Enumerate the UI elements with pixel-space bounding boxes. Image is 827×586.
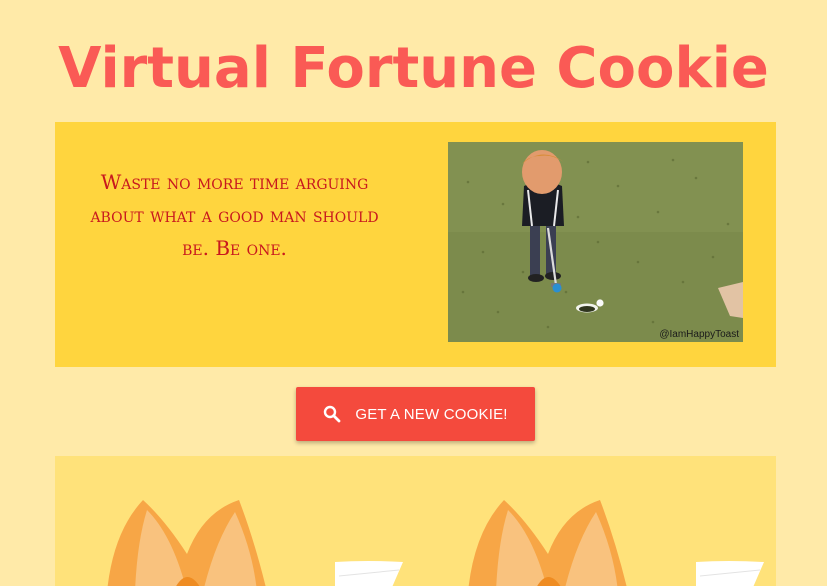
fortune-text: Waste no more time arguing about what a … bbox=[90, 170, 379, 260]
fortune-gif: @IamHappyToast bbox=[448, 142, 743, 342]
gif-watermark: @IamHappyToast bbox=[659, 329, 739, 340]
fortune-cookie-image bbox=[107, 492, 407, 586]
page-title: Virtual Fortune Cookie bbox=[58, 36, 769, 101]
fortune-cookie-image bbox=[468, 492, 768, 586]
cookie-gallery bbox=[55, 456, 776, 586]
new-cookie-button[interactable]: Get a new cookie! bbox=[296, 387, 535, 441]
golfer-image: @IamHappyToast bbox=[448, 142, 743, 342]
new-cookie-label: Get a new cookie! bbox=[355, 405, 508, 423]
search-icon bbox=[323, 405, 341, 423]
fortune-card: Waste no more time arguing about what a … bbox=[55, 122, 776, 367]
